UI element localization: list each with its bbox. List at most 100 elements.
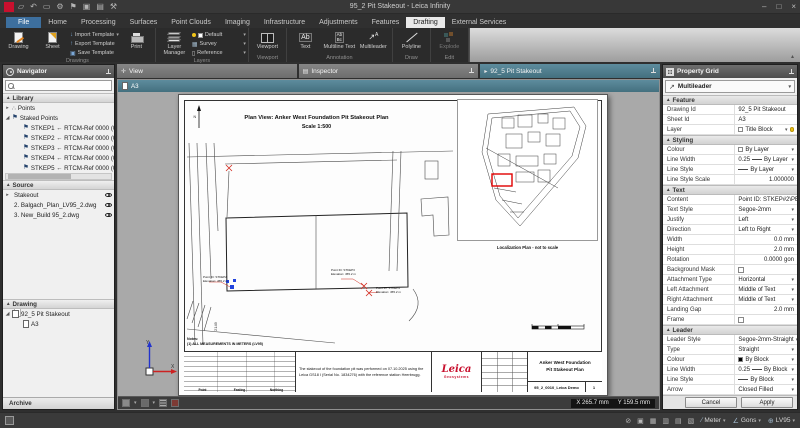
tree-item-staked-point[interactable]: ⚑STKEP1 ← RTCM-Ref 0000 (07/10 <box>3 123 114 133</box>
ribbon-tab[interactable]: Features <box>365 17 407 28</box>
layer-default-dropdown[interactable]: Default▾ <box>192 31 246 39</box>
pin-icon[interactable] <box>468 68 474 75</box>
quick-access-icon[interactable]: ▭ <box>43 2 51 12</box>
quick-access-icon[interactable]: ⚙ <box>56 2 63 12</box>
quick-access-icon[interactable]: ▣ <box>83 2 91 12</box>
save-template-button[interactable]: ▣Save Template <box>70 49 119 57</box>
unit-gons-dropdown[interactable]: ∠Gons▾ <box>733 417 761 425</box>
ribbon-tab[interactable]: Infrastructure <box>257 17 312 28</box>
unit-meter-dropdown[interactable]: ∕Meter▾ <box>701 417 725 424</box>
archive-section-header[interactable]: Archive <box>3 397 114 409</box>
dropdown-caret[interactable]: ▾ <box>791 347 794 353</box>
layout-icon[interactable] <box>5 416 14 425</box>
search-input[interactable] <box>15 83 109 89</box>
dropdown-caret[interactable]: ▾ <box>791 277 794 283</box>
dropdown-caret[interactable]: ▾ <box>791 227 794 233</box>
ribbon-tab[interactable]: Surfaces <box>123 17 165 28</box>
ribbon-tab[interactable]: Home <box>41 17 74 28</box>
multiline-text-button[interactable]: AbBcMultiline Text <box>323 29 356 54</box>
dropdown-caret[interactable]: ▾ <box>791 357 794 363</box>
snap-toggle-icon[interactable] <box>171 399 179 407</box>
layer-manager-button[interactable]: Layer Manager <box>158 29 191 57</box>
style-icon[interactable] <box>141 399 149 407</box>
dropdown-caret[interactable]: ▾ <box>791 367 794 373</box>
checkbox[interactable] <box>738 317 744 323</box>
export-template-button[interactable]: ↑Export Template <box>70 40 119 48</box>
dropdown-caret[interactable]: ▾ <box>791 387 794 393</box>
visibility-eye-icon[interactable] <box>105 193 112 198</box>
ribbon-tab[interactable]: Imaging <box>218 17 257 28</box>
quick-access-icon[interactable]: ⚒ <box>110 2 117 12</box>
quick-access-icon[interactable]: ⚑ <box>70 2 77 12</box>
dropdown-caret[interactable]: ▾ <box>791 297 794 303</box>
dropdown-caret[interactable]: ▾ <box>785 127 788 133</box>
dropdown-caret[interactable]: ▾ <box>791 377 794 383</box>
ribbon-tab[interactable]: File <box>6 17 41 28</box>
text-button[interactable]: AbText <box>289 29 322 54</box>
collapse-ribbon-icon[interactable]: ▴ <box>791 53 794 60</box>
quick-access-icon[interactable]: ▤ <box>96 2 104 12</box>
dropdown-caret[interactable]: ▾ <box>791 147 794 153</box>
status-tool-icon[interactable]: ▣ <box>637 417 644 425</box>
status-tool-icon[interactable]: ▦ <box>650 417 657 425</box>
ribbon-tab[interactable]: Point Clouds <box>164 17 218 28</box>
drawing-canvas[interactable]: N Plan View: Anker West Foundation Pit S… <box>118 92 659 396</box>
sheet-button[interactable]: Sheet <box>36 29 69 57</box>
checkbox[interactable] <box>738 267 744 273</box>
dropdown-caret[interactable]: ▾ <box>796 337 797 343</box>
tree-item-staked-point[interactable]: ⚑STKEP4 ← RTCM-Ref 0000 (07/10 <box>3 153 114 163</box>
property-section-header[interactable]: ▴Styling <box>663 135 797 145</box>
tree-item-staked-point[interactable]: ⚑STKEP2 ← RTCM-Ref 0000 (07/10 <box>3 133 114 143</box>
drawing-button[interactable]: Drawing <box>2 29 35 57</box>
apply-button[interactable]: Apply <box>741 397 793 408</box>
ribbon-tab[interactable]: Drafting <box>406 17 445 28</box>
sheet-tab-a3[interactable]: A3 <box>118 80 659 92</box>
tree-item-staked-points[interactable]: ◢⚑Staked Points <box>3 113 114 123</box>
dropdown-caret[interactable]: ▾ <box>791 217 794 223</box>
tree-item-staked-point[interactable]: ⚑STKEP5 ← RTCM-Ref 0000 (07/10 <box>3 163 114 173</box>
quick-access-icon[interactable]: ▱ <box>18 2 24 12</box>
library-section-header[interactable]: ▴Library <box>3 93 114 103</box>
tree-item-drawing-root[interactable]: ◢92_5 Pit Stakeout <box>3 309 114 319</box>
window-control-icon[interactable]: – <box>762 2 766 11</box>
dropdown-caret[interactable]: ▾ <box>791 167 794 173</box>
source-item[interactable]: 2. Balgach_Plan_LV95_2.dwg <box>3 200 114 210</box>
layer-survey-dropdown[interactable]: ▦Survey▾ <box>192 40 246 48</box>
tree-item-staked-point[interactable]: ⚑STKEP3 ← RTCM-Ref 0000 (07/10 <box>3 143 114 153</box>
bulb-icon[interactable] <box>790 127 795 132</box>
crs-lv95-dropdown[interactable]: ⊕LV95▾ <box>768 417 795 425</box>
polyline-button[interactable]: Polyline <box>395 29 428 54</box>
tree-item-points[interactable]: ▸∴Points <box>3 103 114 113</box>
grid-toggle-icon[interactable] <box>159 399 167 407</box>
dropdown-caret[interactable]: ▾ <box>791 157 794 163</box>
tab-view[interactable]: ✛View <box>117 64 297 78</box>
feature-type-selector[interactable]: ↗ Multileader ▾ <box>665 80 795 93</box>
pin-icon[interactable] <box>105 68 111 75</box>
source-section-header[interactable]: ▴Source <box>3 180 114 190</box>
status-tool-icon[interactable]: ▥ <box>662 417 669 425</box>
status-tool-icon[interactable]: ▤ <box>675 417 682 425</box>
layer-reference-dropdown[interactable]: ▯Reference▾ <box>192 49 246 57</box>
visibility-eye-icon[interactable] <box>105 203 112 208</box>
property-section-header[interactable]: ▴Text <box>663 185 797 195</box>
tab-pit-stakeout[interactable]: ▸92_5 Pit Stakeout <box>480 64 660 78</box>
window-control-icon[interactable]: □ <box>776 2 781 11</box>
ribbon-tab[interactable]: Processing <box>74 17 123 28</box>
property-section-header[interactable]: ▴Leader <box>663 325 797 335</box>
tree-item-sheet-a3[interactable]: A3 <box>3 319 114 329</box>
tab-inspector[interactable]: ▤Inspector <box>299 64 479 78</box>
status-tool-icon[interactable]: ▧ <box>688 417 695 425</box>
import-template-button[interactable]: ↓Import Template▾ <box>70 31 119 39</box>
dropdown-caret[interactable]: ▾ <box>791 207 794 213</box>
ribbon-tab[interactable]: Adjustments <box>312 17 365 28</box>
print-button[interactable]: Print <box>120 29 153 57</box>
viewport-button[interactable]: Viewport <box>251 29 284 54</box>
color-swatch-icon[interactable] <box>122 399 130 407</box>
horizontal-scrollbar[interactable] <box>5 173 112 180</box>
status-tool-icon[interactable]: ⊘ <box>625 417 631 425</box>
explode-button[interactable]: Explode <box>433 29 466 54</box>
ribbon-tab[interactable]: External Services <box>445 17 513 28</box>
visibility-eye-icon[interactable] <box>105 213 112 218</box>
source-item[interactable]: 3. New_Build 95_2.dwg <box>3 210 114 220</box>
pin-icon[interactable] <box>650 68 656 75</box>
